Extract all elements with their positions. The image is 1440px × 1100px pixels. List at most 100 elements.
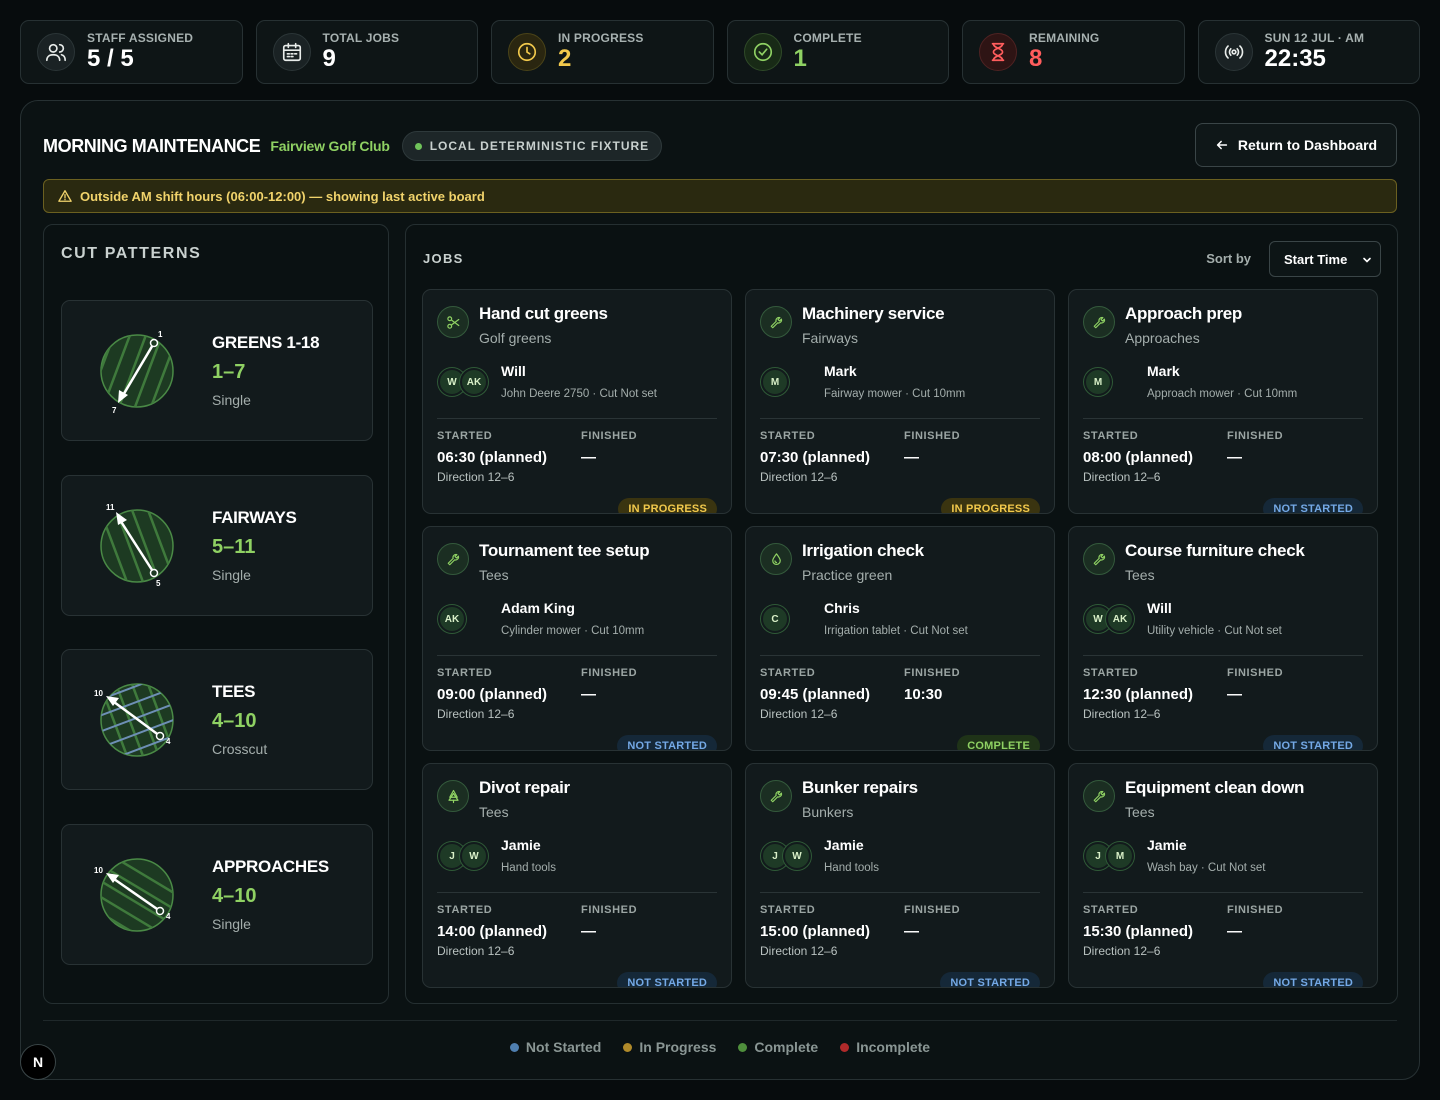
avatar: C [761,605,789,633]
warning-text: Outside AM shift hours (06:00-12:00) — s… [80,188,485,204]
finished-label: FINISHED [904,904,961,916]
finished-value: — [904,449,919,466]
job-card[interactable]: Machinery service Fairways M Mark Fairwa… [745,289,1055,514]
legend-item-not-started: Not Started [509,1039,602,1055]
assignee-avatars: JW [761,842,811,872]
started-label: STARTED [760,904,816,916]
return-to-dashboard-button[interactable]: Return to Dashboard [1195,123,1397,167]
finished-value: — [1227,686,1242,703]
club-name: Fairview Golf Club [270,138,390,154]
job-title: Approach prep [1125,304,1243,323]
stat-value: 22:35 [1264,45,1326,72]
clock-icon [508,33,546,71]
finished-label: FINISHED [1227,667,1284,679]
assignee-avatars: AK [438,605,466,635]
pattern-direction: 5–11 [212,536,256,558]
started-label: STARTED [1083,430,1139,442]
job-title: Irrigation check [802,541,924,560]
job-direction: Direction 12–6 [760,470,838,484]
stat-complete: COMPLETE 1 [726,20,949,84]
job-direction: Direction 12–6 [760,707,838,721]
dev-tools-badge[interactable]: N [20,1044,56,1080]
assignee-avatars: JM [1084,842,1134,872]
job-direction: Direction 12–6 [437,944,515,958]
assignee-avatars: M [761,368,789,398]
divider [1083,655,1363,656]
avatar: AK [438,605,466,633]
legend-item-incomplete: Incomplete [840,1039,930,1055]
pattern-end-label: 10 [94,866,103,875]
job-card[interactable]: Hand cut greens Golf greens W AK Will Joh… [422,289,732,514]
finished-value: — [904,923,919,940]
finished-value: — [1227,449,1242,466]
pattern-type: Crosscut [212,741,268,757]
job-card[interactable]: Approach prep Approaches M Mark Approach… [1068,289,1378,514]
stat-in-progress: IN PROGRESS 2 [491,20,714,84]
job-assignee: Chris [824,600,860,616]
job-card[interactable]: Course furniture check Tees W AK Will Uti… [1068,526,1378,751]
job-equipment: Wash bay · Cut Not set [1147,862,1266,874]
job-area: Tees [1125,567,1155,583]
wrench-icon [760,780,792,812]
job-area: Golf greens [479,330,552,346]
pattern-direction: 4–10 [212,885,257,907]
legend-dot-icon [840,1042,850,1052]
avatar: M [1084,368,1112,396]
legend-dot-icon [509,1042,519,1052]
job-equipment: Utility vehicle · Cut Not set [1147,625,1282,637]
started-label: STARTED [437,667,493,679]
finished-value: — [581,686,596,703]
pattern-name: GREENS 1-18 [212,333,320,352]
job-card[interactable]: Bunker repairs Bunkers JW Jamie Hand too… [745,763,1055,988]
avatar: M [761,368,789,396]
return-to-dashboard-label: Return to Dashboard [1237,137,1378,153]
cut-patterns-title: CUT PATTERNS [61,245,202,262]
jobs-title: JOBS [423,251,464,266]
started-value: 06:30 (planned) [437,449,548,466]
pattern-start-label: 4 [166,737,171,746]
job-card[interactable]: Irrigation check Practice green C Chris … [745,526,1055,751]
job-equipment: Irrigation tablet · Cut Not set [824,625,968,637]
pattern-card-fairways[interactable]: 11 5 FAIRWAYS 5–11 Single [61,475,373,616]
status-badge: COMPLETE [957,735,1040,750]
job-direction: Direction 12–6 [760,944,838,958]
avatar: W [783,842,811,870]
pattern-card-tees[interactable]: 10 4 TEES 4–10 Crosscut [61,649,373,790]
job-title: Course furniture check [1125,541,1305,560]
job-title: Equipment clean down [1125,778,1305,797]
hourglass-icon [979,33,1017,71]
pattern-direction: 4–10 [212,710,257,732]
job-card[interactable]: Tournament tee setup Tees AK Adam King C… [422,526,732,751]
status-badge: NOT STARTED [1263,972,1363,987]
finished-label: FINISHED [904,430,961,442]
main-panel: MORNING MAINTENANCE Fairview Golf Club L… [20,100,1420,1080]
job-card[interactable]: Divot repair Tees JW Jamie Hand tools ST… [422,763,732,988]
pattern-end-label: 10 [94,689,103,698]
job-area: Tees [479,804,509,820]
sort-label: Sort by [1206,251,1251,266]
avatar: W [460,842,488,870]
pattern-card-approaches[interactable]: 10 4 APPROACHES 4–10 Single [61,824,373,965]
sort-select[interactable]: Start Time [1269,241,1381,277]
status-badge: NOT STARTED [617,735,717,750]
avatar: AK [460,368,488,396]
legend-item-in-progress: In Progress [623,1039,716,1055]
job-card[interactable]: Equipment clean down Tees JM Jamie Wash … [1068,763,1378,988]
started-value: 09:00 (planned) [437,686,548,703]
started-label: STARTED [760,667,816,679]
chevron-down-icon [1363,257,1371,263]
finished-value: 10:30 [904,686,943,703]
job-direction: Direction 12–6 [437,470,515,484]
status-badge: NOT STARTED [617,972,717,987]
job-title: Hand cut greens [479,304,608,323]
job-title: Machinery service [802,304,945,323]
legend-label: Not Started [525,1039,602,1055]
pattern-card-greens[interactable]: 1 7 GREENS 1-18 1–7 Single [61,300,373,441]
stat-value: 1 [793,45,807,72]
assignee-avatars: JW [438,842,488,872]
pattern-type: Single [212,392,251,408]
finished-label: FINISHED [1227,430,1284,442]
job-direction: Direction 12–6 [1083,944,1161,958]
status-badge: IN PROGRESS [941,498,1040,513]
started-value: 12:30 (planned) [1083,686,1194,703]
